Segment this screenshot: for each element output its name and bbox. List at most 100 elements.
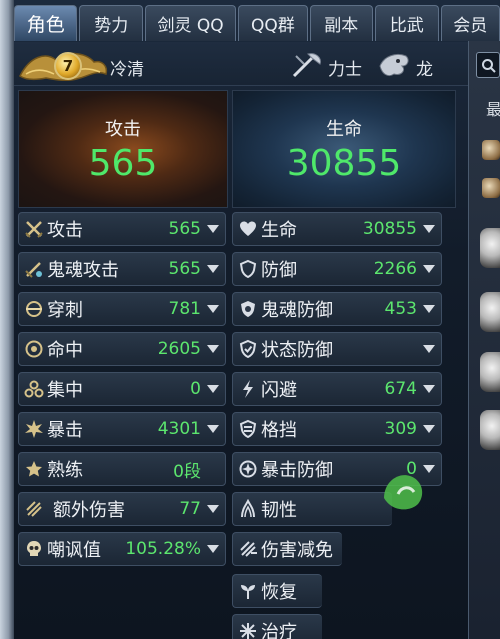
stat-row-life[interactable]: 生命 30855 [232, 212, 442, 246]
sprout-icon [237, 580, 259, 602]
life-summary-value: 30855 [286, 143, 402, 184]
stat-row-attack[interactable]: 攻击 565 [18, 212, 226, 246]
stat-row-defense[interactable]: 防御 2266 [232, 252, 442, 286]
stat-value: 30855 [362, 219, 417, 239]
skull-icon [23, 538, 45, 560]
side-avatar[interactable] [480, 410, 500, 450]
stat-row-damage-reduction[interactable]: 伤害减免 [232, 532, 342, 566]
stat-label: 治疗 [261, 622, 297, 639]
status-shield-icon [237, 338, 259, 360]
stat-row-pierce[interactable]: 穿刺 781 [18, 292, 226, 326]
stat-value: 0段 [173, 461, 201, 482]
expand-arrow-icon[interactable] [207, 425, 219, 433]
level-badge: 7 [54, 52, 82, 80]
tab-blade-qq[interactable]: 剑灵 QQ [144, 5, 237, 41]
stat-label: 暴击防御 [261, 460, 333, 481]
stat-label: 集中 [47, 380, 83, 401]
side-item-icon[interactable] [482, 140, 500, 160]
tab-faction[interactable]: 势力 [79, 5, 143, 41]
side-avatar[interactable] [480, 352, 500, 392]
stat-value: 77 [179, 499, 201, 519]
critical-burst-icon [23, 418, 45, 440]
race-dragon-icon [379, 53, 409, 77]
expand-arrow-icon[interactable] [207, 265, 219, 273]
stat-row-taunt[interactable]: 嘲讽值 105.28% [18, 532, 226, 566]
stat-value: 4301 [157, 419, 201, 439]
expand-arrow-icon[interactable] [207, 385, 219, 393]
side-avatar[interactable] [480, 292, 500, 332]
stat-value: 453 [384, 299, 417, 319]
tab-membership[interactable]: 会员 [440, 5, 500, 41]
side-item-icon[interactable] [482, 178, 500, 198]
stat-label: 额外伤害 [53, 500, 125, 521]
stat-row-block[interactable]: 格挡 309 [232, 412, 442, 446]
side-avatar[interactable] [480, 228, 500, 268]
expand-arrow-icon[interactable] [207, 225, 219, 233]
expand-arrow-icon[interactable] [423, 385, 435, 393]
stat-label: 闪避 [261, 380, 297, 401]
stat-label: 状态防御 [261, 340, 333, 361]
life-summary-label: 生命 [326, 119, 362, 140]
attack-summary-value: 565 [88, 143, 158, 184]
stat-row-spirit-defense[interactable]: 鬼魂防御 453 [232, 292, 442, 326]
crossed-swords-icon [23, 218, 45, 240]
expand-arrow-icon[interactable] [423, 265, 435, 273]
stat-value: 565 [168, 219, 201, 239]
search-button[interactable] [476, 52, 500, 78]
heart-icon [237, 218, 259, 240]
tab-arena[interactable]: 比武 [375, 5, 439, 41]
stat-row-healing[interactable]: 治疗 [232, 614, 322, 639]
expand-arrow-icon[interactable] [423, 345, 435, 353]
stat-label: 嘲讽值 [47, 540, 101, 561]
stat-label: 命中 [47, 340, 83, 361]
expand-arrow-icon[interactable] [423, 225, 435, 233]
tab-qq-group[interactable]: QQ群 [238, 5, 308, 41]
expand-arrow-icon[interactable] [423, 305, 435, 313]
class-axe-icon [292, 53, 321, 78]
stat-value: 674 [384, 379, 417, 399]
stat-row-toughness[interactable]: 韧性 [232, 492, 392, 526]
target-icon [23, 338, 45, 360]
stat-label: 暴击 [47, 420, 83, 441]
stat-row-accuracy[interactable]: 命中 2605 [18, 332, 226, 366]
stat-label: 格挡 [261, 420, 297, 441]
tab-character[interactable]: 角色 [14, 5, 78, 41]
stat-row-extra-damage[interactable]: 额外伤害 77 [18, 492, 226, 526]
block-icon [237, 418, 259, 440]
attack-summary-label: 攻击 [105, 119, 141, 140]
stat-row-evasion[interactable]: 闪避 674 [232, 372, 442, 406]
expand-arrow-icon[interactable] [207, 505, 219, 513]
stat-value: 565 [168, 259, 201, 279]
stat-value: 0 [190, 379, 201, 399]
stat-row-spirit-attack[interactable]: 鬼魂攻击 565 [18, 252, 226, 286]
stat-row-status-defense[interactable]: 状态防御 [232, 332, 442, 366]
crit-defense-icon [237, 458, 259, 480]
stat-label: 伤害减免 [261, 540, 333, 561]
search-icon [482, 59, 496, 73]
toughness-icon [237, 498, 259, 520]
evade-icon [237, 378, 259, 400]
spirit-sword-icon [23, 258, 45, 280]
stat-label: 熟练 [47, 460, 83, 481]
tab-dungeon[interactable]: 副本 [309, 5, 374, 41]
stat-row-focus[interactable]: 集中 0 [18, 372, 226, 406]
star-icon [23, 458, 45, 480]
expand-arrow-icon[interactable] [423, 425, 435, 433]
shield-icon [237, 258, 259, 280]
expand-arrow-icon[interactable] [207, 545, 219, 553]
stat-row-critical[interactable]: 暴击 4301 [18, 412, 226, 446]
background-strip-left [0, 0, 14, 639]
expand-arrow-icon[interactable] [207, 305, 219, 313]
tab-bar: 角色 势力 剑灵 QQ QQ群 副本 比武 会员 [14, 5, 500, 41]
stat-value: 2605 [157, 339, 201, 359]
attack-summary-panel: 攻击 565 [18, 90, 228, 208]
side-panel-label: 最 [486, 100, 500, 119]
stat-row-recovery[interactable]: 恢复 [232, 574, 322, 608]
expand-arrow-icon[interactable] [207, 345, 219, 353]
extra-damage-icon [23, 498, 45, 520]
life-summary-panel: 生命 30855 [232, 90, 456, 208]
stat-row-mastery[interactable]: 熟练 0段 [18, 452, 226, 486]
stat-label: 恢复 [261, 582, 297, 603]
stat-value: 309 [384, 419, 417, 439]
stat-label: 穿刺 [47, 300, 83, 321]
